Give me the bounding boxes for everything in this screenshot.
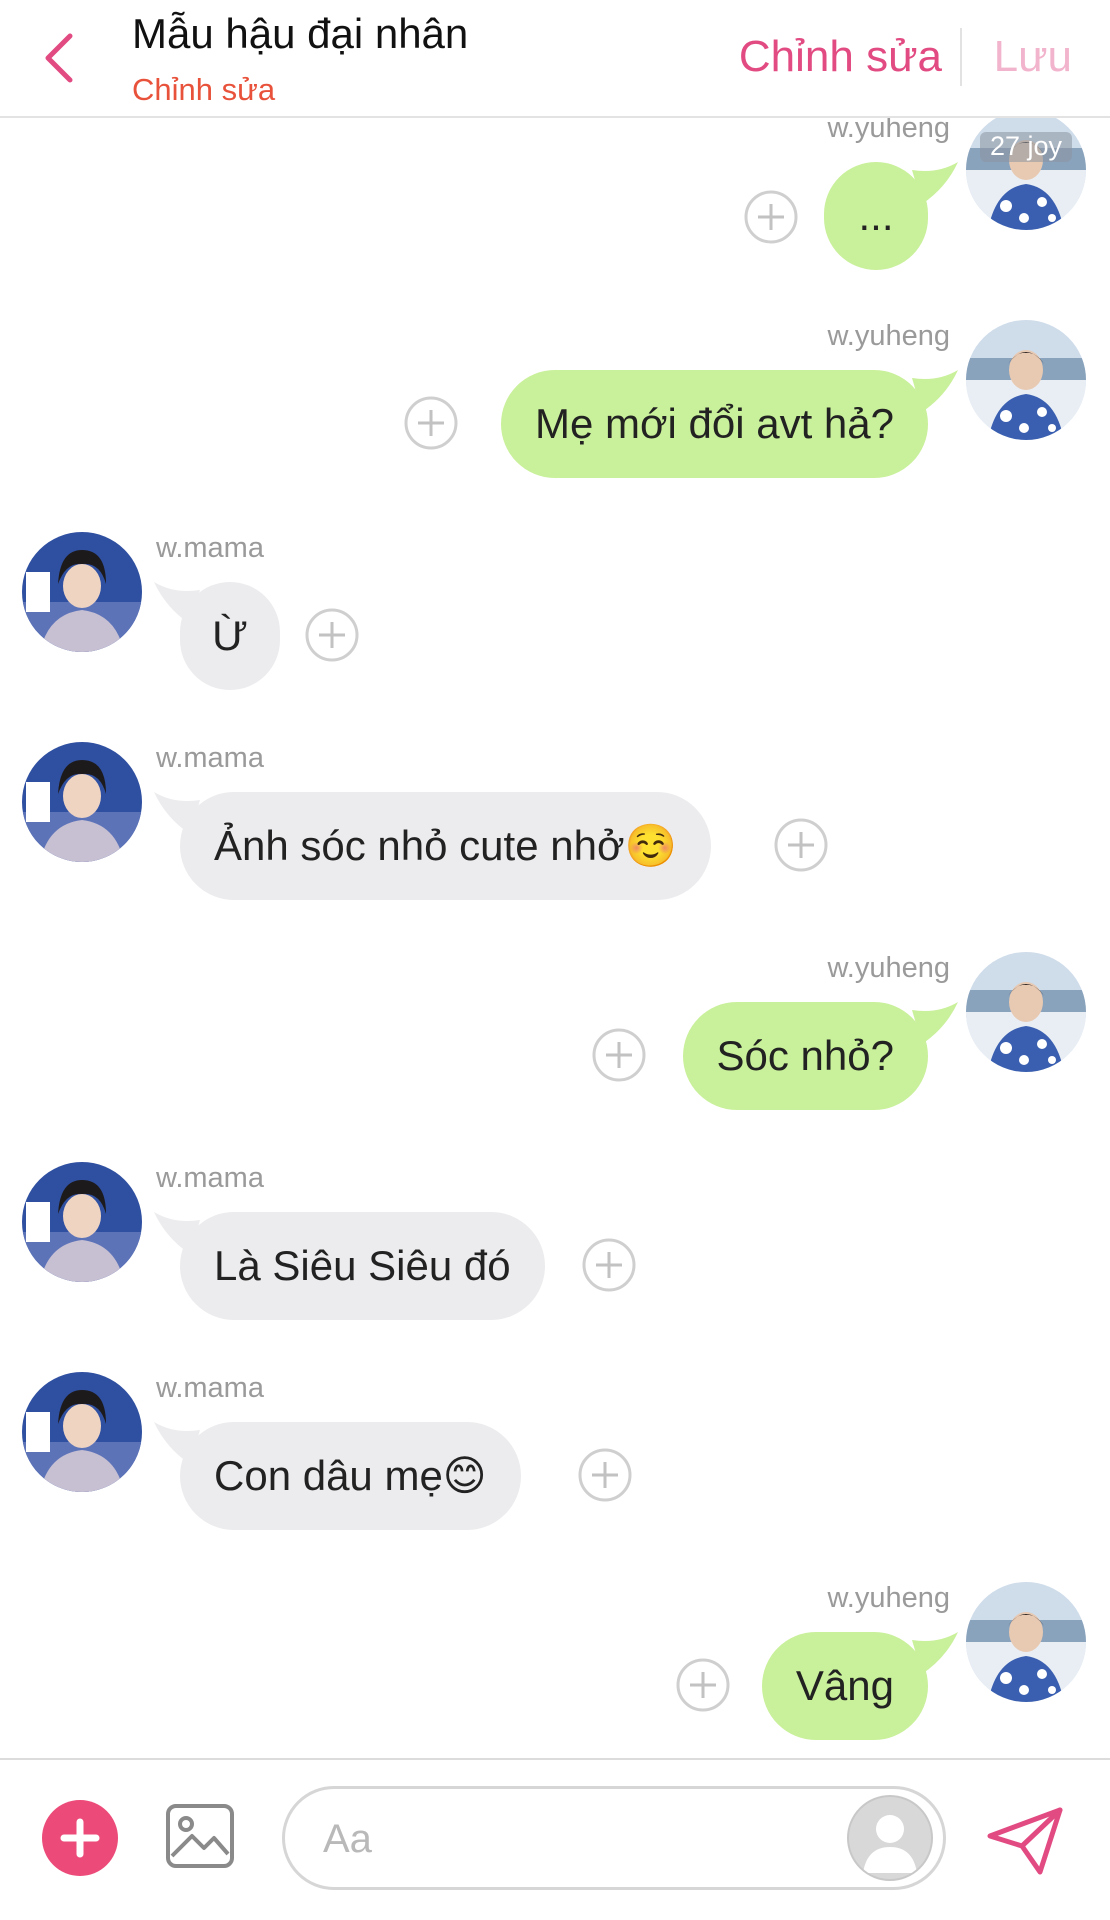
plus-icon [60, 1818, 100, 1858]
message-bubble[interactable]: Mẹ mới đổi avt hả? [500, 370, 928, 478]
sender-name: w.mama [156, 742, 264, 774]
add-reaction-icon[interactable] [582, 1238, 636, 1292]
composer-bar [0, 1758, 1110, 1920]
sender-name: w.mama [156, 532, 264, 564]
save-button[interactable]: Lưu [994, 32, 1072, 82]
avatar[interactable] [966, 1582, 1086, 1702]
add-reaction-icon[interactable] [744, 190, 798, 244]
add-reaction-icon[interactable] [578, 1448, 632, 1502]
avatar[interactable] [22, 1162, 142, 1282]
paper-plane-icon[interactable] [986, 1806, 1064, 1876]
add-reaction-icon[interactable] [404, 396, 458, 450]
message-row: w.mama Là Siêu Siêu đó [0, 1162, 1110, 1362]
add-reaction-icon[interactable] [676, 1658, 730, 1712]
message-row: w.yuheng 27 joy ... [0, 118, 1110, 318]
sender-name: w.mama [156, 1162, 264, 1194]
image-icon[interactable] [164, 1800, 236, 1872]
sender-name: w.yuheng [827, 952, 950, 984]
sender-name: w.mama [156, 1372, 264, 1404]
edit-button[interactable]: Chỉnh sửa [739, 32, 942, 82]
message-input[interactable] [321, 1789, 805, 1889]
message-input-wrapper [282, 1786, 946, 1890]
message-bubble[interactable]: Sóc nhỏ? [682, 1002, 928, 1110]
chat-messages: w.yuheng 27 joy ... w.yuheng Mẹ mới đổi … [0, 118, 1110, 1758]
message-bubble[interactable]: Là Siêu Siêu đó [180, 1212, 545, 1320]
avatar[interactable] [22, 742, 142, 862]
sender-name: w.yuheng [827, 118, 950, 144]
message-row: w.mama Ảnh sóc nhỏ cute nhở☺️ [0, 742, 1110, 942]
chat-subtitle[interactable]: Chỉnh sửa [132, 72, 275, 108]
message-bubble[interactable]: Vâng [761, 1632, 928, 1740]
message-row: w.mama Ừ [0, 532, 1110, 732]
avatar[interactable] [22, 1372, 142, 1492]
add-reaction-icon[interactable] [305, 608, 359, 662]
message-row: w.yuheng Sóc nhỏ? [0, 952, 1110, 1152]
message-bubble[interactable]: Ừ [180, 582, 280, 690]
avatar[interactable] [22, 532, 142, 652]
chevron-left-icon[interactable] [40, 30, 80, 86]
sender-name: w.yuheng [827, 320, 950, 352]
add-reaction-icon[interactable] [592, 1028, 646, 1082]
add-attachment-button[interactable] [42, 1800, 118, 1876]
chat-header: Mẫu hậu đại nhân Chỉnh sửa Chỉnh sửa Lưu [0, 0, 1110, 118]
add-reaction-icon[interactable] [774, 818, 828, 872]
avatar[interactable]: 27 joy [966, 118, 1086, 230]
message-bubble[interactable]: ... [824, 162, 928, 270]
message-bubble[interactable]: Ảnh sóc nhỏ cute nhở☺️ [180, 792, 711, 900]
sender-avatar-icon[interactable] [847, 1795, 933, 1881]
sender-name: w.yuheng [827, 1582, 950, 1614]
avatar[interactable] [966, 320, 1086, 440]
avatar-overlay-text: 27 joy [990, 131, 1063, 161]
message-bubble[interactable]: Con dâu mẹ😊 [180, 1422, 521, 1530]
chat-title: Mẫu hậu đại nhân [132, 10, 469, 57]
message-row: w.yuheng Mẹ mới đổi avt hả? [0, 320, 1110, 520]
message-row: w.mama Con dâu mẹ😊 [0, 1372, 1110, 1572]
header-divider [960, 28, 962, 86]
avatar[interactable] [966, 952, 1086, 1072]
message-row: w.yuheng Vâng [0, 1582, 1110, 1758]
